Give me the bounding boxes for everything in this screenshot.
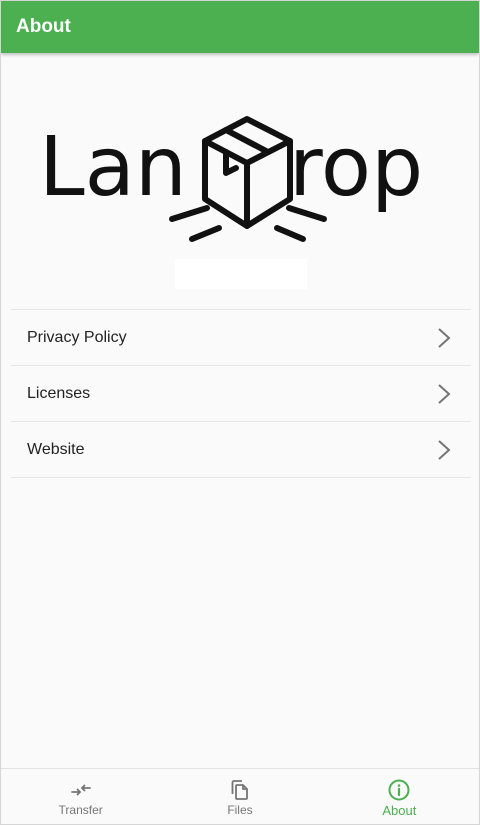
menu-item-label: Website <box>27 440 85 458</box>
nav-label: About <box>382 802 417 818</box>
licenses-item[interactable]: Licenses <box>11 366 471 422</box>
nav-files[interactable]: Files <box>160 769 319 824</box>
logo-graphic: Lan rop <box>39 116 423 242</box>
info-icon <box>387 778 411 802</box>
transfer-icon <box>69 778 93 802</box>
nav-label: Transfer <box>58 803 103 817</box>
logo-text-left: Lan <box>39 120 187 215</box>
nav-label: Files <box>227 803 253 817</box>
nav-about[interactable]: About <box>320 769 479 824</box>
logo-text-right: rop <box>289 120 423 215</box>
bottom-navigation: Transfer Files About <box>1 768 479 824</box>
privacy-policy-item[interactable]: Privacy Policy <box>11 310 471 366</box>
files-icon <box>228 778 252 802</box>
chevron-right-icon <box>437 383 451 405</box>
website-item[interactable]: Website <box>11 422 471 478</box>
app-frame: About Lan rop Privacy Policy Licenses We… <box>0 0 480 825</box>
page-title: About <box>16 16 71 37</box>
landrop-logo: Lan rop <box>37 111 449 249</box>
about-menu: Privacy Policy Licenses Website <box>11 309 471 478</box>
chevron-right-icon <box>437 439 451 461</box>
version-label <box>175 259 307 289</box>
chevron-right-icon <box>437 327 451 349</box>
menu-item-label: Licenses <box>27 384 91 402</box>
app-bar: About <box>1 1 479 53</box>
nav-transfer[interactable]: Transfer <box>1 769 160 824</box>
menu-item-label: Privacy Policy <box>27 328 127 346</box>
